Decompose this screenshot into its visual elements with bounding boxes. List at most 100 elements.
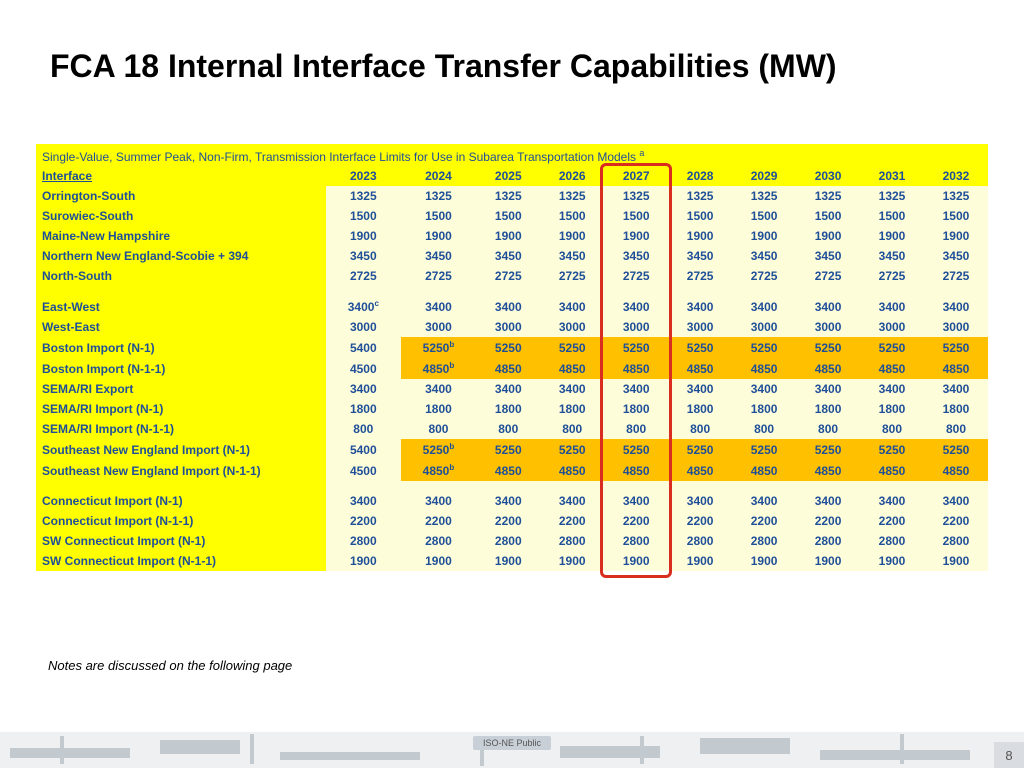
value-cell: 4850	[924, 460, 988, 481]
interface-name: West-East	[36, 317, 326, 337]
header-year: 2025	[476, 166, 540, 186]
value-cell: 1800	[668, 399, 732, 419]
value-cell: 5250	[476, 337, 540, 358]
interface-name: Orrington-South	[36, 186, 326, 206]
value-cell: 3000	[604, 317, 668, 337]
value-cell: 3400	[476, 491, 540, 511]
value-cell: 1900	[924, 551, 988, 571]
table-row: SW Connecticut Import (N-1)2800280028002…	[36, 531, 988, 551]
value-cell: 2800	[476, 531, 540, 551]
value-cell: 1900	[924, 226, 988, 246]
value-cell: 5250	[924, 439, 988, 460]
value-cell: 3000	[326, 317, 401, 337]
value-cell: 2800	[796, 531, 860, 551]
value-cell: 1900	[326, 226, 401, 246]
header-year: 2032	[924, 166, 988, 186]
value-cell: 3400	[860, 379, 924, 399]
value-cell: 5250b	[401, 439, 477, 460]
value-cell: 3000	[924, 317, 988, 337]
page-number: 8	[994, 742, 1024, 768]
value-cell: 3400c	[326, 296, 401, 317]
value-cell: 3000	[732, 317, 796, 337]
value-cell: 3450	[924, 246, 988, 266]
capabilities-table: Interface2023202420252026202720282029203…	[36, 166, 988, 571]
value-cell: 3400	[860, 491, 924, 511]
value-cell: 3450	[732, 246, 796, 266]
interface-name: Northern New England-Scobie + 394	[36, 246, 326, 266]
interface-name: North-South	[36, 266, 326, 286]
table-row: West-East3000300030003000300030003000300…	[36, 317, 988, 337]
value-cell: 1900	[668, 551, 732, 571]
value-cell: 800	[732, 419, 796, 439]
header-year: 2029	[732, 166, 796, 186]
value-cell: 800	[924, 419, 988, 439]
value-cell: 4850	[540, 460, 604, 481]
value-cell: 3450	[326, 246, 401, 266]
value-cell: 3400	[326, 491, 401, 511]
value-cell: 800	[476, 419, 540, 439]
value-cell: 4500	[326, 460, 401, 481]
header-year: 2031	[860, 166, 924, 186]
value-cell: 1325	[540, 186, 604, 206]
value-cell: 2800	[326, 531, 401, 551]
table-row: Orrington-South1325132513251325132513251…	[36, 186, 988, 206]
table-row: SEMA/RI Export34003400340034003400340034…	[36, 379, 988, 399]
value-cell: 3400	[326, 379, 401, 399]
value-cell: 3400	[796, 379, 860, 399]
interface-name: SEMA/RI Import (N-1-1)	[36, 419, 326, 439]
value-cell: 5250	[540, 439, 604, 460]
value-cell: 3450	[604, 246, 668, 266]
interface-name: Southeast New England Import (N-1-1)	[36, 460, 326, 481]
value-cell: 1900	[732, 226, 796, 246]
value-cell: 1500	[476, 206, 540, 226]
value-cell: 4850	[796, 358, 860, 379]
value-cell: 3000	[401, 317, 477, 337]
value-cell: 800	[604, 419, 668, 439]
value-cell: 1900	[732, 551, 796, 571]
value-cell: 2200	[924, 511, 988, 531]
value-cell: 3000	[860, 317, 924, 337]
value-cell: 2200	[796, 511, 860, 531]
value-cell: 3400	[732, 296, 796, 317]
table-row: Surowiec-South15001500150015001500150015…	[36, 206, 988, 226]
value-cell: 3000	[540, 317, 604, 337]
value-cell: 4850	[924, 358, 988, 379]
value-cell: 1900	[796, 226, 860, 246]
value-cell: 1500	[924, 206, 988, 226]
value-cell: 1800	[604, 399, 668, 419]
interface-name: SEMA/RI Export	[36, 379, 326, 399]
header-year: 2026	[540, 166, 604, 186]
value-cell: 3400	[924, 491, 988, 511]
value-cell: 3400	[540, 379, 604, 399]
value-cell: 1900	[796, 551, 860, 571]
value-cell: 1800	[860, 399, 924, 419]
table-row: Southeast New England Import (N-1-1)4500…	[36, 460, 988, 481]
value-cell: 1325	[924, 186, 988, 206]
value-cell: 2200	[604, 511, 668, 531]
value-cell: 3000	[476, 317, 540, 337]
value-cell: 1900	[860, 226, 924, 246]
value-cell: 5250b	[401, 337, 477, 358]
capabilities-table-container: Single-Value, Summer Peak, Non-Firm, Tra…	[36, 144, 988, 571]
value-cell: 3400	[860, 296, 924, 317]
value-cell: 3400	[476, 296, 540, 317]
value-cell: 3400	[401, 379, 477, 399]
value-cell: 4850	[604, 460, 668, 481]
value-cell: 1900	[401, 551, 477, 571]
value-cell: 800	[540, 419, 604, 439]
footnote-sup: b	[449, 463, 454, 472]
table-row: SEMA/RI Import (N-1-1)800800800800800800…	[36, 419, 988, 439]
value-cell: 4850	[732, 460, 796, 481]
interface-name: SEMA/RI Import (N-1)	[36, 399, 326, 419]
value-cell: 3450	[476, 246, 540, 266]
value-cell: 1900	[604, 226, 668, 246]
value-cell: 2725	[924, 266, 988, 286]
header-year: 2023	[326, 166, 401, 186]
banner-footnote: a	[639, 148, 644, 158]
spacer-row	[36, 481, 988, 491]
header-interface: Interface	[36, 166, 326, 186]
value-cell: 1500	[860, 206, 924, 226]
value-cell: 1900	[476, 551, 540, 571]
value-cell: 2725	[604, 266, 668, 286]
value-cell: 4850	[860, 358, 924, 379]
